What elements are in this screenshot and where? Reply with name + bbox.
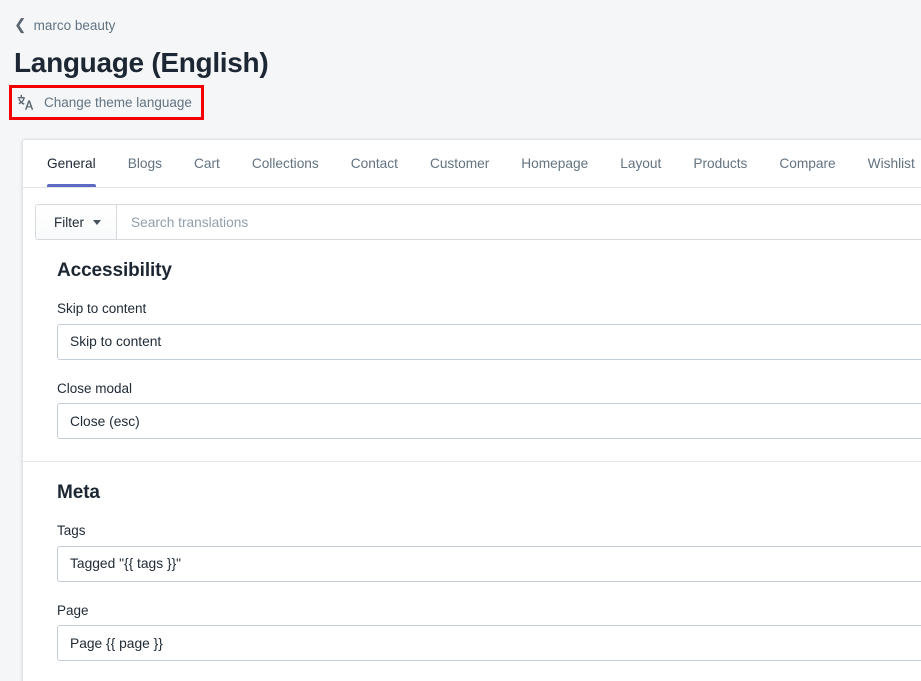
tab-contact[interactable]: Contact: [335, 140, 414, 187]
section-meta: Meta Tags Page: [23, 461, 921, 681]
change-theme-language-button[interactable]: Change theme language: [14, 91, 196, 114]
tab-label: Layout: [620, 156, 661, 171]
tab-label: Cart: [194, 156, 220, 171]
field-input[interactable]: [57, 546, 921, 582]
field-close-modal: Close modal: [57, 380, 921, 440]
tab-label: Customer: [430, 156, 489, 171]
section-accessibility: Accessibility Skip to content Close moda…: [23, 240, 921, 461]
field-label: Tags: [57, 522, 921, 540]
change-theme-language-wrapper: Change theme language: [14, 91, 196, 114]
tab-label: Compare: [779, 156, 835, 171]
field-tags: Tags: [57, 522, 921, 582]
chevron-left-icon: ❮: [14, 18, 27, 33]
translations-tab-bar: General Blogs Cart Collections Contact C…: [23, 140, 921, 188]
tab-layout[interactable]: Layout: [604, 140, 677, 187]
tab-products[interactable]: Products: [677, 140, 763, 187]
field-label: Close modal: [57, 380, 921, 398]
filter-dropdown-button[interactable]: Filter: [36, 205, 117, 239]
tab-label: Contact: [351, 156, 398, 171]
tab-label: Products: [693, 156, 747, 171]
section-title: Accessibility: [57, 260, 921, 282]
field-input[interactable]: [57, 324, 921, 360]
field-page: Page: [57, 602, 921, 662]
tab-wishlist[interactable]: Wishlist: [852, 140, 921, 187]
tab-collections[interactable]: Collections: [236, 140, 335, 187]
tab-label: Collections: [252, 156, 319, 171]
field-input[interactable]: [57, 625, 921, 661]
tab-label: Blogs: [128, 156, 162, 171]
tab-compare[interactable]: Compare: [763, 140, 851, 187]
tab-homepage[interactable]: Homepage: [505, 140, 604, 187]
filter-button-label: Filter: [54, 215, 84, 230]
tab-label: Homepage: [521, 156, 588, 171]
field-input[interactable]: [57, 403, 921, 439]
search-translations-input[interactable]: [117, 205, 921, 239]
page-title: Language (English): [14, 47, 901, 79]
field-label: Skip to content: [57, 300, 921, 318]
breadcrumb-label: marco beauty: [34, 19, 116, 33]
translations-card: General Blogs Cart Collections Contact C…: [22, 139, 921, 681]
tab-label: General: [47, 156, 96, 171]
language-settings-page: ❮ marco beauty Language (English) Change…: [0, 0, 921, 681]
filter-row: Filter: [35, 204, 921, 240]
change-theme-language-label: Change theme language: [44, 96, 192, 110]
chevron-down-icon: [93, 220, 101, 225]
page-header: ❮ marco beauty Language (English) Change…: [0, 0, 921, 114]
field-skip-to-content: Skip to content: [57, 300, 921, 360]
tab-cart[interactable]: Cart: [178, 140, 236, 187]
tab-customer[interactable]: Customer: [414, 140, 505, 187]
translate-icon: [16, 93, 35, 112]
filter-bar: Filter: [23, 188, 921, 240]
tab-blogs[interactable]: Blogs: [112, 140, 178, 187]
tab-general[interactable]: General: [31, 140, 112, 187]
breadcrumb[interactable]: ❮ marco beauty: [14, 16, 115, 33]
tab-label: Wishlist: [868, 156, 915, 171]
field-label: Page: [57, 602, 921, 620]
section-title: Meta: [57, 482, 921, 504]
